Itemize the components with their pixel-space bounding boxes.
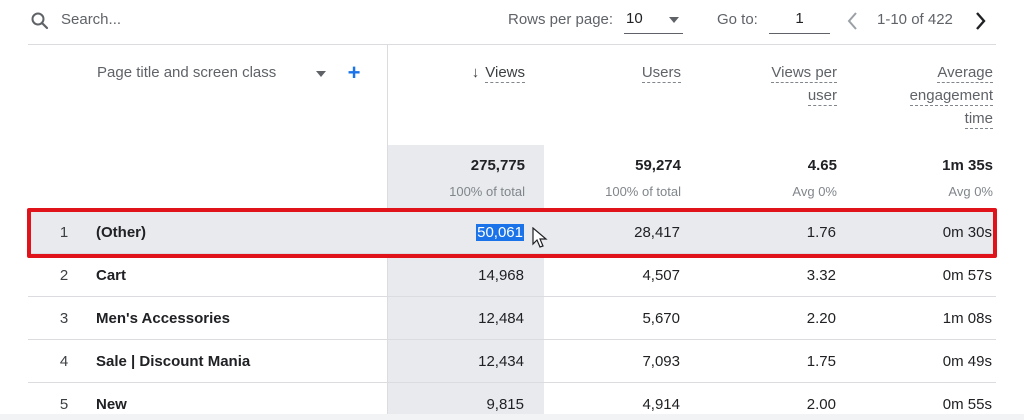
row-avg-engagement-time: 1m 08s — [942, 310, 992, 327]
chevron-left-icon[interactable] — [843, 10, 863, 32]
table-row[interactable]: 3 Men's Accessories 12,484 5,670 2.20 1m… — [28, 296, 996, 339]
row-views: 14,968 — [478, 267, 524, 284]
total-avg-engagement-time: 1m 35s — [942, 157, 993, 174]
chevron-down-icon[interactable] — [316, 71, 326, 77]
row-title[interactable]: New — [96, 396, 127, 413]
table-row[interactable]: 2 Cart 14,968 4,507 3.32 0m 57s — [28, 253, 996, 296]
toolbar-divider — [28, 44, 996, 45]
chevron-right-icon[interactable] — [970, 10, 990, 32]
chevron-down-icon — [669, 17, 679, 23]
row-users: 4,914 — [642, 396, 680, 413]
page-range: 1-10 of 422 — [877, 11, 953, 28]
row-title[interactable]: Cart — [96, 267, 126, 284]
row-users: 4,507 — [642, 267, 680, 284]
row-views-per-user: 2.20 — [806, 310, 836, 327]
views-column-header[interactable]: ↓ Views — [472, 61, 525, 84]
avg-engagement-time-column-header[interactable]: Average engagement time — [873, 61, 993, 130]
row-views-per-user: 1.75 — [806, 353, 836, 370]
row-views: 12,484 — [478, 310, 524, 327]
users-column-header[interactable]: Users — [641, 61, 681, 84]
row-title[interactable]: Sale | Discount Mania — [96, 353, 250, 370]
rows-per-page-value: 10 — [626, 10, 643, 27]
mouse-cursor-icon — [532, 227, 548, 248]
arrow-down-icon: ↓ — [471, 64, 480, 81]
search-input[interactable]: Search... — [61, 11, 121, 28]
search-icon[interactable] — [30, 11, 50, 31]
row-users: 5,670 — [642, 310, 680, 327]
horizontal-scrollbar[interactable] — [0, 414, 1024, 420]
row-users: 7,093 — [642, 353, 680, 370]
row-rank: 5 — [59, 396, 69, 413]
total-views: 275,775 — [470, 157, 525, 174]
avg-engagement-time-percent: Avg 0% — [948, 184, 993, 199]
row-rank: 3 — [59, 310, 69, 327]
row-avg-engagement-time: 0m 49s — [942, 353, 992, 370]
goto-label: Go to: — [717, 11, 758, 28]
rows-per-page-select[interactable]: 10 — [624, 6, 683, 34]
row-title[interactable]: Men's Accessories — [96, 310, 230, 327]
row-rank: 4 — [59, 353, 69, 370]
total-views-percent: 100% of total — [449, 184, 525, 199]
row-views-per-user: 3.32 — [806, 267, 836, 284]
goto-page-input[interactable]: 1 — [769, 6, 830, 34]
rows-per-page-label: Rows per page: — [508, 11, 614, 28]
total-users-percent: 100% of total — [605, 184, 681, 199]
avg-views-per-user: Avg 0% — [792, 184, 837, 199]
table-row[interactable]: 4 Sale | Discount Mania 12,434 7,093 1.7… — [28, 339, 996, 382]
total-views-per-user: 4.65 — [807, 157, 837, 174]
views-per-user-column-header[interactable]: Views per user — [717, 61, 837, 107]
row-views: 9,815 — [486, 396, 524, 413]
total-users: 59,274 — [635, 157, 681, 174]
plus-icon[interactable]: + — [344, 61, 364, 85]
row-avg-engagement-time: 0m 57s — [942, 267, 992, 284]
highlight-box — [27, 208, 997, 258]
row-rank: 2 — [59, 267, 69, 284]
row-views: 12,434 — [478, 353, 524, 370]
row-views-per-user: 2.00 — [806, 396, 836, 413]
table-toolbar: Search... Rows per page: 10 Go to: 1 1-1… — [0, 0, 1024, 44]
dimension-header[interactable]: Page title and screen class — [97, 64, 276, 81]
row-avg-engagement-time: 0m 55s — [942, 396, 992, 413]
